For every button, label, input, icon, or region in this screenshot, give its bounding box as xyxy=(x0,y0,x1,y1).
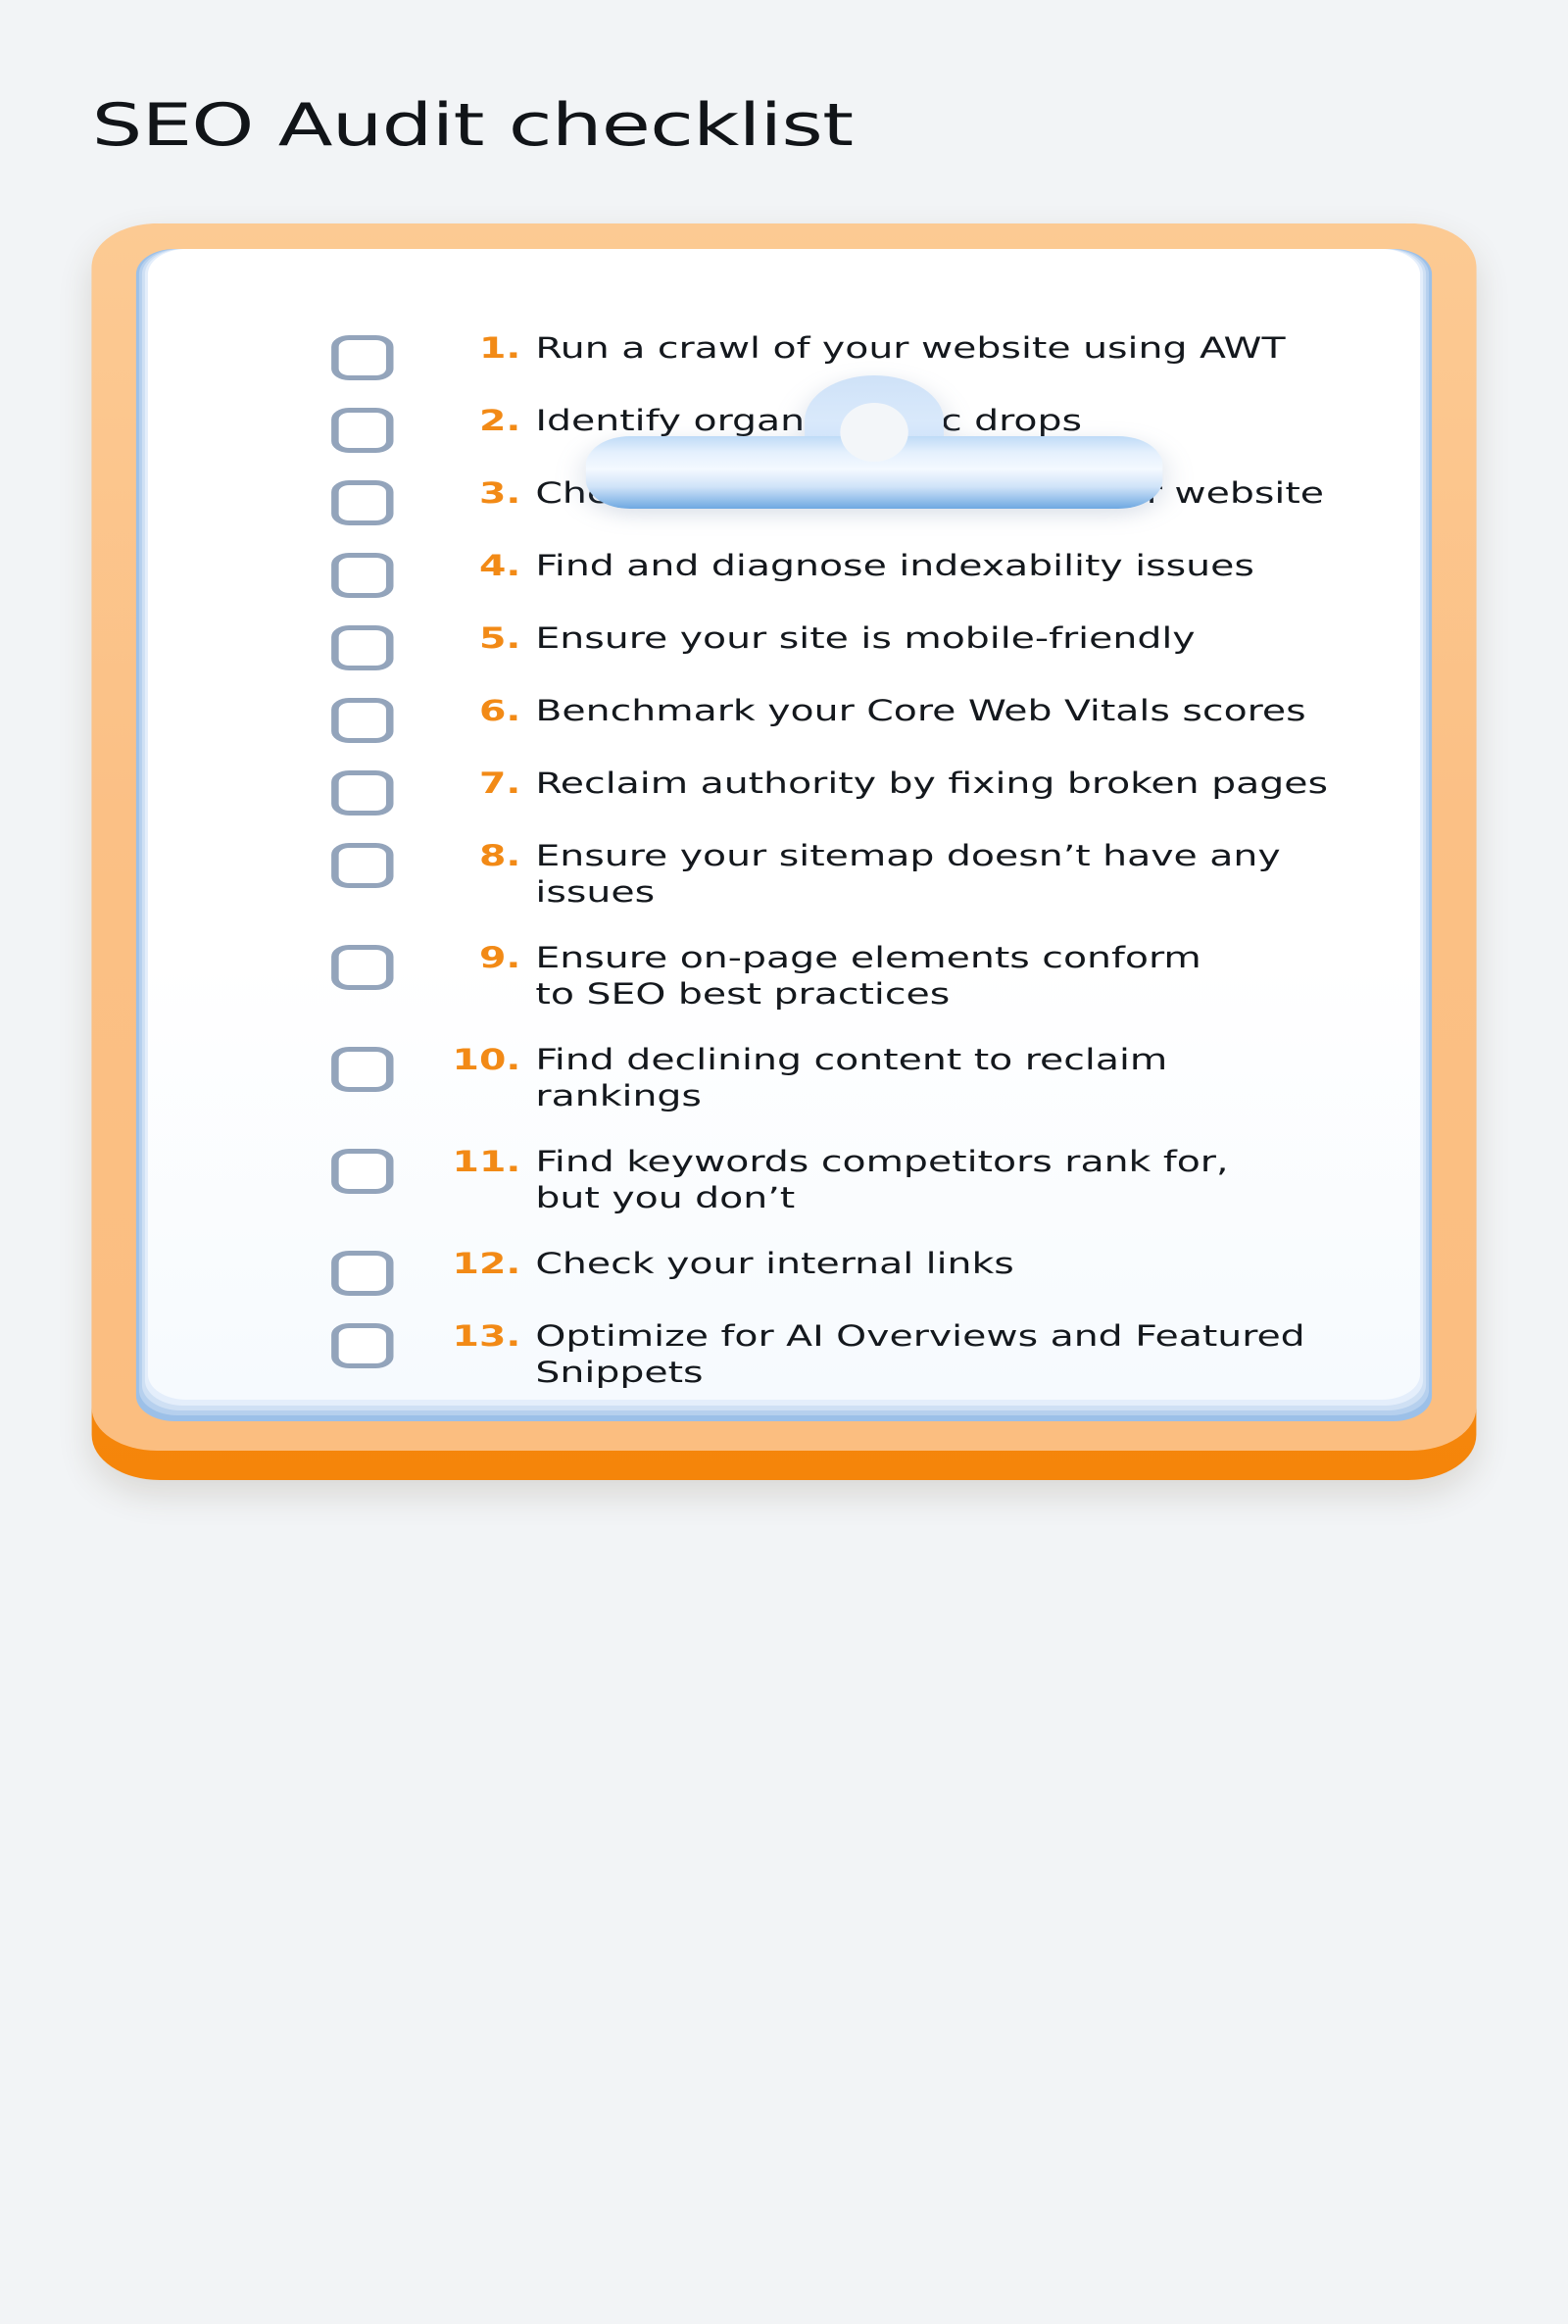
checklist-item-number: 13. xyxy=(452,1319,521,1353)
checkbox-11[interactable] xyxy=(331,1149,394,1194)
checklist-item-label: Optimize for AI Overviews and Featured S… xyxy=(535,1319,1305,1389)
clipboard-clip-icon xyxy=(585,375,1163,509)
checklist-item[interactable]: 4. Find and diagnose indexability issues xyxy=(148,543,1420,616)
checklist-item-number: 5. xyxy=(478,621,521,655)
checklist-item-number: 1. xyxy=(478,331,521,365)
checkbox-1[interactable] xyxy=(331,335,394,380)
checklist-item[interactable]: 13. Optimize for AI Overviews and Feature… xyxy=(148,1313,1420,1391)
checklist-item-label: Ensure on-page elements conform to SEO b… xyxy=(535,941,1201,1011)
checklist-item-label: Run a crawl of your website using AWT xyxy=(535,331,1286,365)
checklist-item[interactable]: 11. Find keywords competitors rank for, b… xyxy=(148,1139,1420,1216)
checklist-item[interactable]: 8. Ensure your sitemap doesn’t have any i… xyxy=(148,833,1420,911)
checkbox-4[interactable] xyxy=(331,553,394,598)
checklist-item-label: Reclaim authority by fixing broken pages xyxy=(535,766,1329,800)
clipboard: 1. Run a crawl of your website using AWT 2… xyxy=(91,223,1477,1480)
checklist-item-label: Find and diagnose indexability issues xyxy=(535,549,1254,582)
checklist-item[interactable]: 6. Benchmark your Core Web Vitals scores xyxy=(148,688,1420,761)
infographic-page: SEO Audit checklist 1. Run a crawl of you… xyxy=(0,0,1568,2324)
checkbox-3[interactable] xyxy=(331,480,394,525)
checklist-item-number: 8. xyxy=(478,839,521,872)
checklist-item-number: 10. xyxy=(452,1043,521,1076)
page-title: SEO Audit checklist xyxy=(91,91,854,161)
checklist-item[interactable]: 12. Check your internal links xyxy=(148,1241,1420,1313)
checkbox-10[interactable] xyxy=(331,1047,394,1092)
checklist-item-number: 12. xyxy=(452,1247,521,1280)
checklist-item[interactable]: 5. Ensure your site is mobile-friendly xyxy=(148,616,1420,688)
checklist-item-number: 2. xyxy=(478,404,521,437)
checklist-item-number: 7. xyxy=(478,766,521,800)
checkbox-8[interactable] xyxy=(331,843,394,888)
checkbox-12[interactable] xyxy=(331,1251,394,1296)
checkbox-7[interactable] xyxy=(331,770,394,816)
checklist-item-label: Benchmark your Core Web Vitals scores xyxy=(535,694,1306,727)
checklist-item-label: Check your internal links xyxy=(535,1247,1014,1280)
checklist-item[interactable]: 7. Reclaim authority by fixing broken pag… xyxy=(148,761,1420,833)
checklist-item-label: Ensure your sitemap doesn’t have any iss… xyxy=(535,839,1281,909)
checklist-item-number: 9. xyxy=(478,941,521,974)
checkbox-13[interactable] xyxy=(331,1323,394,1368)
checklist-item-number: 6. xyxy=(478,694,521,727)
checklist-item[interactable]: 9. Ensure on-page elements conform to SEO… xyxy=(148,935,1420,1013)
checklist-item[interactable]: 10. Find declining content to reclaim ran… xyxy=(148,1037,1420,1114)
infographic-canvas: SEO Audit checklist 1. Run a crawl of you… xyxy=(0,0,1568,2324)
checkbox-9[interactable] xyxy=(331,945,394,990)
checklist-item-label: Ensure your site is mobile-friendly xyxy=(535,621,1196,655)
checkbox-2[interactable] xyxy=(331,408,394,453)
checklist-item-label: Find keywords competitors rank for, but … xyxy=(535,1145,1229,1214)
checklist-item-number: 11. xyxy=(452,1145,521,1178)
checkbox-5[interactable] xyxy=(331,625,394,670)
checklist-item-number: 4. xyxy=(478,549,521,582)
checklist-item-label: Find declining content to reclaim rankin… xyxy=(535,1043,1168,1113)
checklist-item-number: 3. xyxy=(478,476,521,510)
checkbox-6[interactable] xyxy=(331,698,394,743)
